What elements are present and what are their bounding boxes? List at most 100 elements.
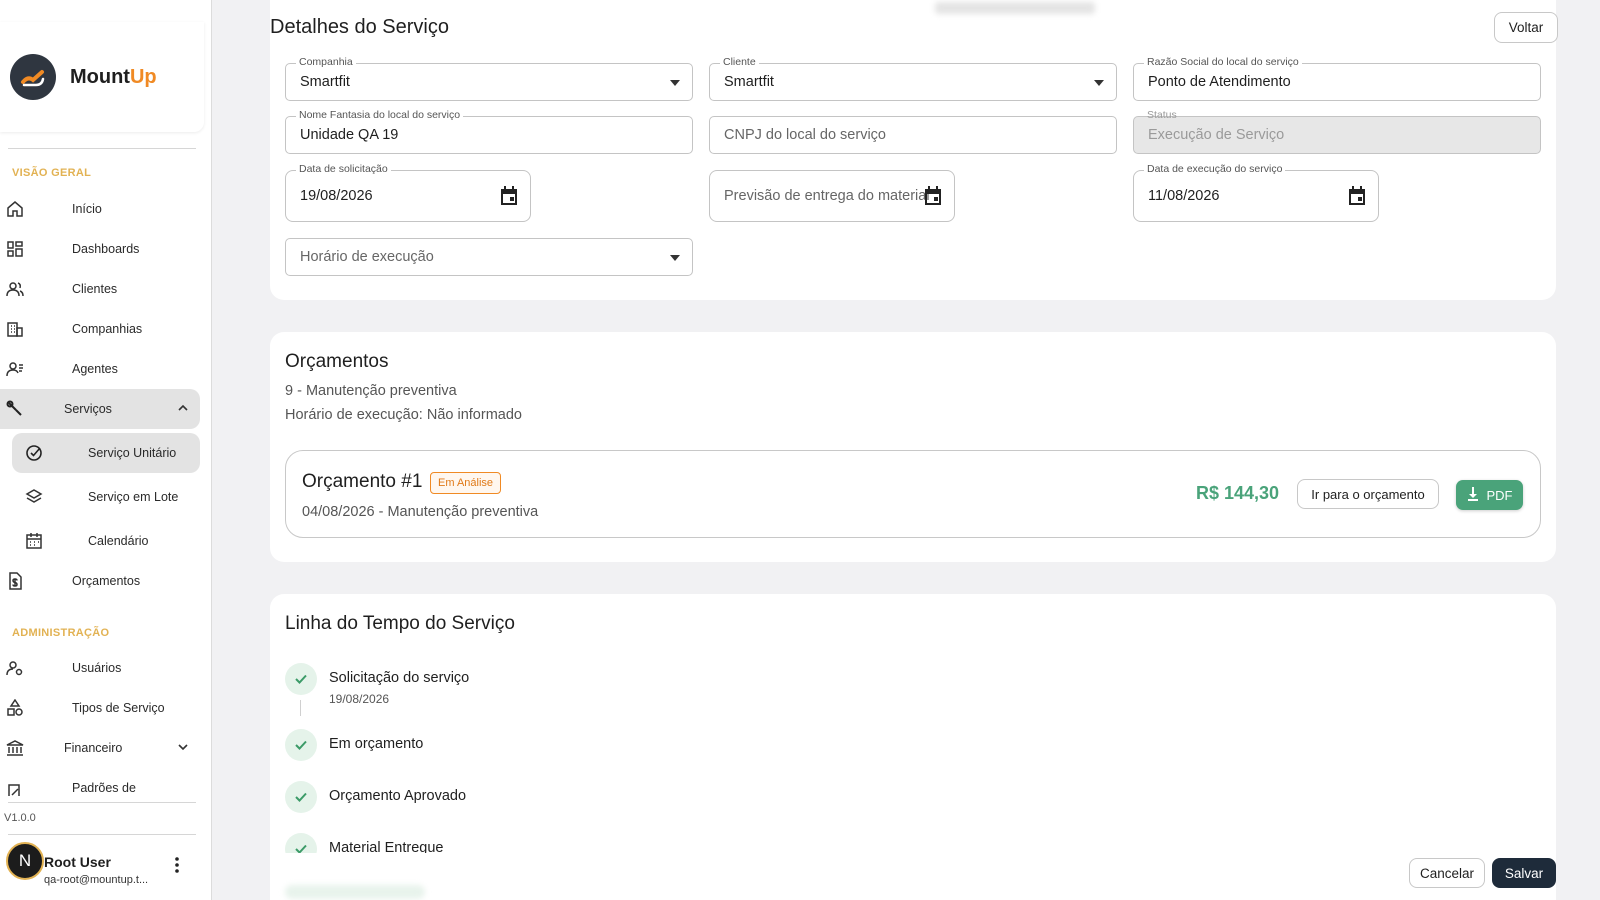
sidebar-item-padroes[interactable]: Padrões de <box>0 768 200 796</box>
download-icon <box>1467 486 1479 504</box>
divider <box>8 148 196 149</box>
budget-item-title: Orçamento #1 <box>302 471 423 492</box>
brand-name: MountUp <box>70 65 157 88</box>
sidebar-item-label: Usuários <box>72 661 122 675</box>
client-select[interactable]: Cliente Smartfit <box>709 56 1117 101</box>
user-name: Root User <box>44 854 111 870</box>
sidebar-item-label: Agentes <box>72 362 118 376</box>
sidebar-item-financeiro[interactable]: Financeiro <box>0 728 200 768</box>
back-button[interactable]: Voltar <box>1494 12 1558 43</box>
cancel-button[interactable]: Cancelar <box>1409 858 1485 888</box>
wrench-icon <box>5 399 25 419</box>
sidebar: MountUp VISÃO GERAL Início Dashboards Cl… <box>0 0 212 900</box>
cnpj-field[interactable]: CNPJ do local do serviço <box>709 116 1117 154</box>
sidebar-item-label: Calendário <box>88 534 149 548</box>
budgets-service-line: 9 - Manutenção preventiva <box>285 383 457 399</box>
divider <box>8 834 196 835</box>
sidebar-item-usuarios[interactable]: Usuários <box>0 648 200 688</box>
check-circle-icon <box>24 443 44 463</box>
status-badge: Em Análise <box>430 472 502 494</box>
user-email: qa-root@mountup.t... <box>44 874 149 886</box>
invoice-icon <box>5 571 25 591</box>
sidebar-item-label: Companhias <box>72 322 143 336</box>
sidebar-item-label: Início <box>72 202 102 216</box>
legal-name-field[interactable]: Razão Social do local do serviço Ponto d… <box>1133 56 1541 101</box>
agent-icon <box>5 359 25 379</box>
sidebar-item-calendario[interactable]: Calendário <box>12 521 200 561</box>
execution-date-field[interactable]: Data de execução do serviço 11/08/2026 <box>1133 163 1379 222</box>
sidebar-item-agentes[interactable]: Agentes <box>0 349 200 389</box>
chevron-up-icon <box>176 401 190 418</box>
home-icon <box>5 199 25 219</box>
sidebar-item-label: Serviço Unitário <box>88 446 177 460</box>
sidebar-item-servicos[interactable]: Serviços <box>0 389 200 429</box>
sidebar-item-label: Tipos de Serviço <box>72 701 165 715</box>
execution-time-select[interactable]: Horário de execução <box>285 238 693 276</box>
chevron-down-icon <box>176 740 190 757</box>
budget-item: Orçamento #1 Em Análise 04/08/2026 - Man… <box>285 450 1541 538</box>
calendar-icon[interactable] <box>498 185 520 212</box>
caret-down-icon <box>670 80 680 86</box>
budget-item-subtitle: 04/08/2026 - Manutenção preventiva <box>302 504 539 520</box>
sidebar-item-label: Dashboards <box>72 242 140 256</box>
sidebar-item-label: Financeiro <box>64 741 123 755</box>
caret-down-icon <box>670 255 680 261</box>
trade-name-field[interactable]: Nome Fantasia do local do serviço Unidad… <box>285 109 693 154</box>
bank-icon <box>5 738 25 758</box>
layers-icon <box>24 487 44 507</box>
obscured-timeline-step <box>285 885 425 899</box>
calendar-icon[interactable] <box>1346 185 1368 212</box>
sidebar-item-label: Serviço em Lote <box>88 490 179 504</box>
sidebar-item-inicio[interactable]: Início <box>0 189 200 229</box>
sidebar-item-servico-unitario[interactable]: Serviço Unitário <box>12 433 200 473</box>
delivery-forecast-field[interactable]: Previsão de entrega do material <box>709 170 955 222</box>
sidebar-item-label: Orçamentos <box>72 574 141 588</box>
user-settings-icon <box>5 658 25 678</box>
dashboard-grid-icon <box>5 239 25 259</box>
check-icon <box>285 833 317 853</box>
sidebar-item-tipos-servico[interactable]: Tipos de Serviço <box>0 688 200 728</box>
budgets-title: Orçamentos <box>285 351 389 372</box>
timeline-step: Material Entregue <box>285 833 485 853</box>
building-icon <box>5 319 25 339</box>
sidebar-item-label: Padrões de <box>72 781 136 795</box>
divider <box>8 802 196 803</box>
section-label-admin: ADMINISTRAÇÃO <box>12 627 110 639</box>
obscured-header-content <box>935 2 1095 14</box>
sidebar-item-companhias[interactable]: Companhias <box>0 309 200 349</box>
calendar-icon[interactable] <box>922 185 944 212</box>
sidebar-item-clientes[interactable]: Clientes <box>0 269 200 309</box>
users-icon <box>5 279 25 299</box>
request-date-field[interactable]: Data de solicitação 19/08/2026 <box>285 163 531 222</box>
sidebar-item-label: Serviços <box>64 402 112 416</box>
check-icon <box>285 729 317 761</box>
check-icon <box>285 781 317 813</box>
section-label-overview: VISÃO GERAL <box>12 167 92 179</box>
timeline-title: Linha do Tempo do Serviço <box>285 613 515 634</box>
sidebar-item-label: Clientes <box>72 282 118 296</box>
company-select[interactable]: Companhia Smartfit <box>285 56 693 101</box>
sidebar-item-orcamentos[interactable]: Orçamentos <box>0 561 200 601</box>
timeline-connector <box>300 700 301 716</box>
calendar-icon <box>24 531 44 551</box>
logo-icon <box>10 54 56 100</box>
page-title: Detalhes do Serviço <box>270 16 449 38</box>
sidebar-item-servico-lote[interactable]: Serviço em Lote <box>12 477 200 517</box>
go-to-budget-button[interactable]: Ir para o orçamento <box>1297 479 1439 509</box>
download-pdf-button[interactable]: PDF <box>1456 480 1523 510</box>
document-edit-icon <box>5 782 25 796</box>
brand-logo[interactable]: MountUp <box>0 22 204 132</box>
check-icon <box>285 663 317 695</box>
avatar: N <box>6 842 44 880</box>
budget-price: R$ 144,30 <box>1196 483 1280 503</box>
more-vertical-icon[interactable] <box>174 856 180 879</box>
status-field: Status Execução de Serviço <box>1133 109 1541 154</box>
sidebar-item-dashboards[interactable]: Dashboards <box>0 229 200 269</box>
caret-down-icon <box>1094 80 1104 86</box>
user-profile[interactable]: N Root User qa-root@mountup.t... <box>6 842 202 886</box>
timeline-card <box>270 594 1556 900</box>
budgets-schedule-line: Horário de execução: Não informado <box>285 407 522 423</box>
shapes-icon <box>5 698 25 718</box>
save-button[interactable]: Salvar <box>1492 858 1556 888</box>
app-version: V1.0.0 <box>4 812 36 824</box>
